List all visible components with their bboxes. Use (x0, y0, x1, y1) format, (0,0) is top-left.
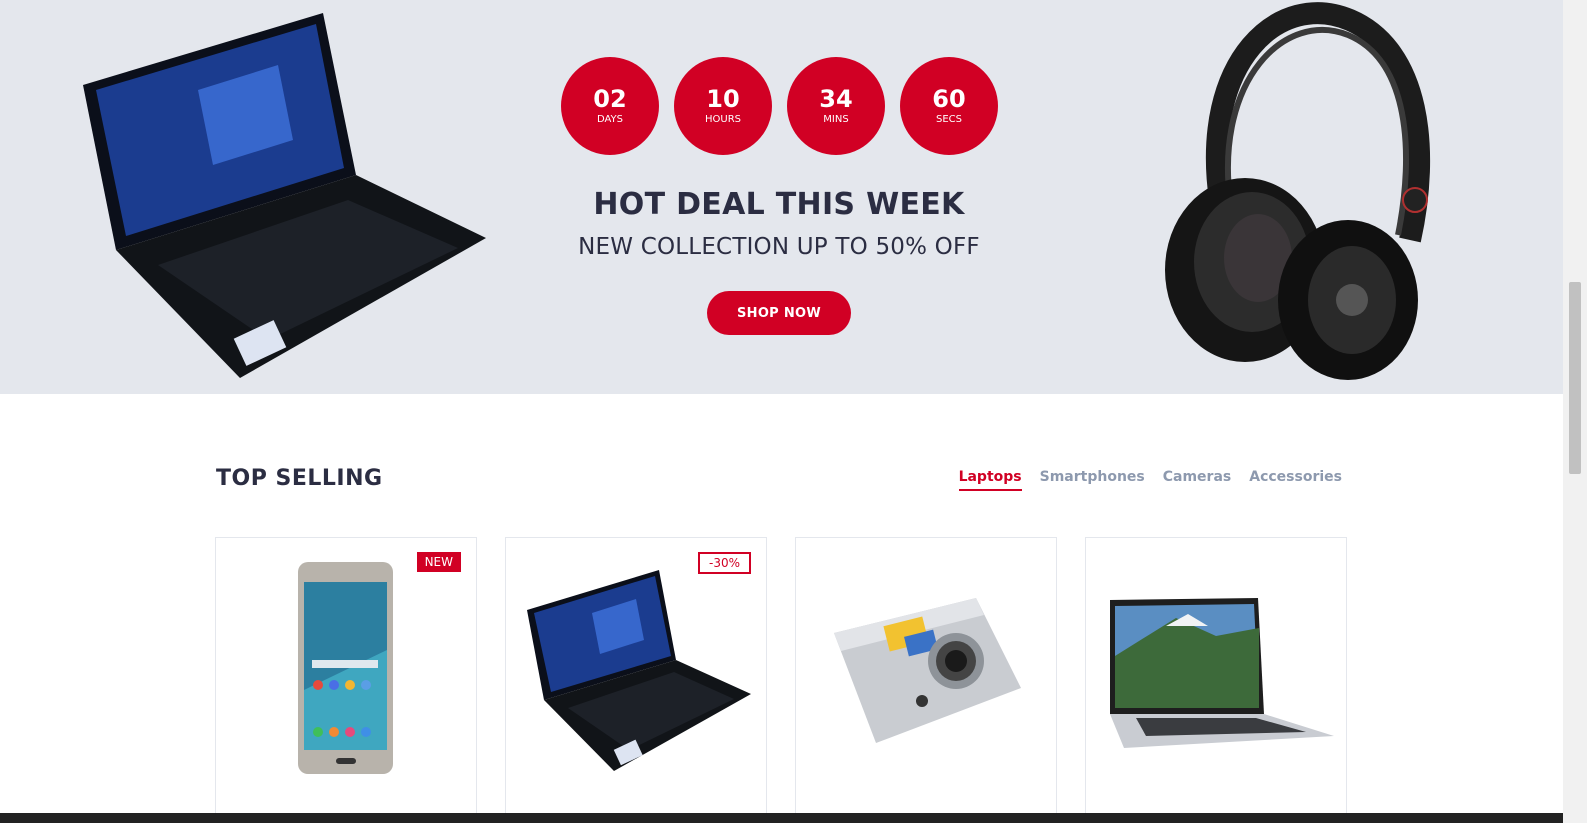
tab-accessories[interactable]: Accessories (1249, 469, 1342, 491)
section-title-top-selling: TOP SELLING (216, 466, 383, 491)
product-card[interactable] (795, 537, 1057, 823)
countdown-timer: 02 DAYS 10 HOURS 34 MINS 60 SECS (561, 57, 998, 155)
bottom-edge (0, 813, 1563, 823)
countdown-unit: SECS (936, 114, 962, 125)
product-card[interactable]: NEW (215, 537, 477, 823)
camera-image (834, 598, 1021, 743)
tab-smartphones[interactable]: Smartphones (1040, 469, 1145, 491)
countdown-hours: 10 HOURS (674, 57, 772, 155)
countdown-unit: HOURS (704, 114, 741, 125)
product-list: NEW -30% (215, 537, 1347, 823)
countdown-value: 34 (819, 85, 853, 113)
tab-laptops[interactable]: Laptops (958, 469, 1022, 491)
deal-title: HOT DEAL THIS WEEK (593, 187, 965, 222)
smartphone-image (298, 562, 393, 774)
headphones-image (1165, 2, 1431, 380)
macbook-image (1110, 598, 1334, 748)
laptop-image (83, 13, 486, 378)
tab-cameras[interactable]: Cameras (1163, 469, 1232, 491)
scrollbar-thumb[interactable] (1569, 282, 1581, 474)
countdown-unit: MINS (823, 114, 849, 125)
countdown-mins: 34 MINS (787, 57, 885, 155)
deal-subtitle: NEW COLLECTION UP TO 50% OFF (578, 234, 980, 260)
countdown-value: 02 (593, 85, 627, 113)
countdown-days: 02 DAYS (561, 57, 659, 155)
scrollbar[interactable] (1563, 0, 1587, 823)
countdown-secs: 60 SECS (900, 57, 998, 155)
new-badge: NEW (416, 552, 461, 572)
shop-now-button[interactable]: SHOP NOW (707, 291, 851, 335)
category-tabs: Laptops Smartphones Cameras Accessories (958, 469, 1342, 491)
countdown-value: 10 (706, 85, 740, 113)
countdown-value: 60 (932, 85, 966, 113)
product-card[interactable]: -30% (505, 537, 767, 823)
laptop-image (527, 570, 751, 771)
countdown-unit: DAYS (596, 114, 624, 125)
product-card[interactable] (1085, 537, 1347, 823)
hot-deal-banner: 02 DAYS 10 HOURS 34 MINS 60 SECS HOT DEA… (0, 0, 1563, 394)
